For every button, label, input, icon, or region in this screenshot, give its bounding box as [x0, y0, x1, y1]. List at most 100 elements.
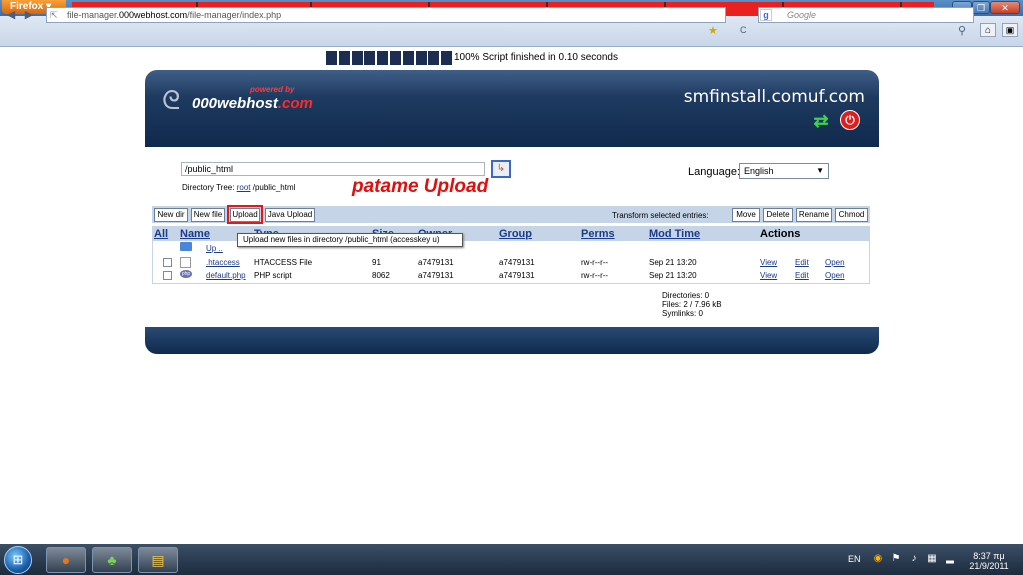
file-group: a7479131: [499, 258, 535, 267]
progress-block: [351, 51, 363, 65]
rename-button[interactable]: Rename: [796, 208, 832, 222]
directory-stats: Directories: 0 Files: 2 / 7.96 kB Symlin…: [662, 291, 722, 318]
logo-powered-by: powered by: [250, 85, 295, 94]
php-file-icon: php: [180, 270, 192, 278]
progress-block: [441, 51, 453, 65]
progress-text: 100% Script finished in 0.10 seconds: [454, 52, 618, 63]
close-window-button[interactable]: ✕: [990, 1, 1020, 14]
directory-tree: Directory Tree: root /public_html: [182, 183, 295, 192]
annotation-text: patame Upload: [352, 176, 489, 197]
logo: ᘓ powered by 000webhost.com: [162, 85, 322, 125]
file-perms: rw-r--r--: [581, 258, 609, 267]
new-dir-button[interactable]: New dir: [154, 208, 188, 222]
move-button[interactable]: Move: [732, 208, 760, 222]
home-icon[interactable]: ⌂: [980, 23, 996, 37]
new-file-button[interactable]: New file: [191, 208, 225, 222]
sort-name-link[interactable]: Name: [180, 228, 210, 240]
progress-block: [377, 51, 389, 65]
clock-time: 8:37 πμ: [973, 551, 1005, 561]
actions-header: Actions: [760, 228, 801, 240]
language-label: Language:: [688, 166, 740, 178]
language-selected: English: [744, 166, 774, 176]
sort-perms-link[interactable]: Perms: [581, 228, 615, 240]
java-upload-button[interactable]: Java Upload: [265, 208, 315, 222]
file-owner: a7479131: [418, 258, 454, 267]
chevron-down-icon: ▼: [816, 166, 824, 175]
tray-notification-icon[interactable]: ◉: [872, 553, 884, 565]
file-modtime: Sep 21 13:20: [649, 258, 697, 267]
url-path: /file-manager/index.php: [187, 10, 282, 20]
logo-tld-text: .com: [277, 95, 313, 112]
addon-bar-icon[interactable]: ▣: [1002, 23, 1018, 37]
progress-block: [326, 51, 337, 65]
edit-link[interactable]: Edit: [795, 258, 809, 267]
progress-block: [402, 51, 414, 65]
stats-directories: Directories: 0: [662, 291, 710, 300]
directory-tree-path: /public_html: [252, 183, 296, 192]
url-bar[interactable]: file-manager.000webhost.com/file-manager…: [46, 7, 726, 23]
site-identity-icon[interactable]: ⇱: [50, 10, 62, 20]
open-link[interactable]: Open: [825, 258, 845, 267]
delete-button[interactable]: Delete: [763, 208, 793, 222]
progress-block: [338, 51, 350, 65]
file-name-link[interactable]: .htaccess: [206, 258, 240, 267]
view-link[interactable]: View: [760, 258, 777, 267]
firefox-taskbar-icon[interactable]: ●: [46, 547, 86, 573]
site-name: smfinstall.comuf.com: [683, 87, 865, 107]
file-name-link[interactable]: default.php: [206, 271, 246, 280]
folder-icon: [180, 242, 192, 251]
flag-icon[interactable]: ⚑: [890, 553, 902, 565]
progress-block: [364, 51, 376, 65]
sort-modtime-link[interactable]: Mod Time: [649, 228, 700, 240]
progress-block: [390, 51, 401, 65]
bookmark-star-icon[interactable]: ★: [708, 24, 718, 37]
explorer-folder-taskbar-icon[interactable]: ▤: [138, 547, 178, 573]
edit-link[interactable]: Edit: [795, 271, 809, 280]
view-link[interactable]: View: [760, 271, 777, 280]
refresh-icon[interactable]: ⇄: [810, 111, 832, 131]
google-search-engine-icon[interactable]: g: [760, 9, 772, 21]
reload-icon[interactable]: C: [740, 25, 747, 35]
url-prefix: file-manager.: [67, 10, 120, 20]
maximize-button[interactable]: ❐: [972, 1, 990, 14]
url-domain: 000webhost.com: [119, 10, 188, 20]
transform-label: Transform selected entries:: [612, 211, 709, 220]
logo-name: 000webhost.com: [192, 95, 313, 112]
back-icon[interactable]: ◀: [3, 8, 19, 22]
windows-live-taskbar-icon[interactable]: ♣: [92, 547, 132, 573]
upload-tooltip: Upload new files in directory /public_ht…: [237, 233, 463, 247]
stats-files: Files: 2 / 7.96 kB: [662, 300, 722, 309]
file-icon: [180, 257, 191, 268]
volume-icon[interactable]: ♪: [908, 553, 920, 565]
filemanager-footer: [145, 327, 879, 354]
search-placeholder: Google: [787, 10, 817, 20]
sort-group-link[interactable]: Group: [499, 228, 532, 240]
file-size: 8062: [372, 271, 390, 280]
open-link[interactable]: Open: [825, 271, 845, 280]
go-to-directory-button[interactable]: ↳: [491, 160, 511, 178]
language-select[interactable]: English ▼: [739, 163, 829, 179]
forward-icon[interactable]: ▶: [21, 8, 37, 22]
file-type: HTACCESS File: [254, 258, 313, 267]
search-icon[interactable]: ⚲: [958, 24, 966, 37]
select-all-link[interactable]: All: [154, 228, 168, 240]
progress-block: [428, 51, 440, 65]
clock[interactable]: 8:37 πμ 21/9/2011: [964, 551, 1014, 571]
file-group: a7479131: [499, 271, 535, 280]
tray-language[interactable]: EN: [848, 554, 861, 564]
progress-block: [415, 51, 427, 65]
file-size: 91: [372, 258, 381, 267]
upload-highlight-box: [227, 205, 263, 224]
start-button[interactable]: ⊞: [4, 546, 32, 574]
row-checkbox[interactable]: [163, 258, 172, 267]
row-checkbox[interactable]: [163, 271, 172, 280]
directory-tree-root-link[interactable]: root: [237, 183, 251, 192]
network-icon[interactable]: ▦: [926, 553, 938, 565]
search-input[interactable]: Google: [758, 7, 974, 23]
logout-icon[interactable]: ⏻: [840, 110, 860, 130]
logo-swirl-icon: ᘓ: [162, 85, 181, 115]
up-directory-link[interactable]: Up ..: [206, 244, 223, 253]
directory-path-input[interactable]: /public_html: [181, 162, 485, 176]
signal-icon[interactable]: ▂: [944, 553, 956, 565]
chmod-button[interactable]: Chmod: [835, 208, 868, 222]
